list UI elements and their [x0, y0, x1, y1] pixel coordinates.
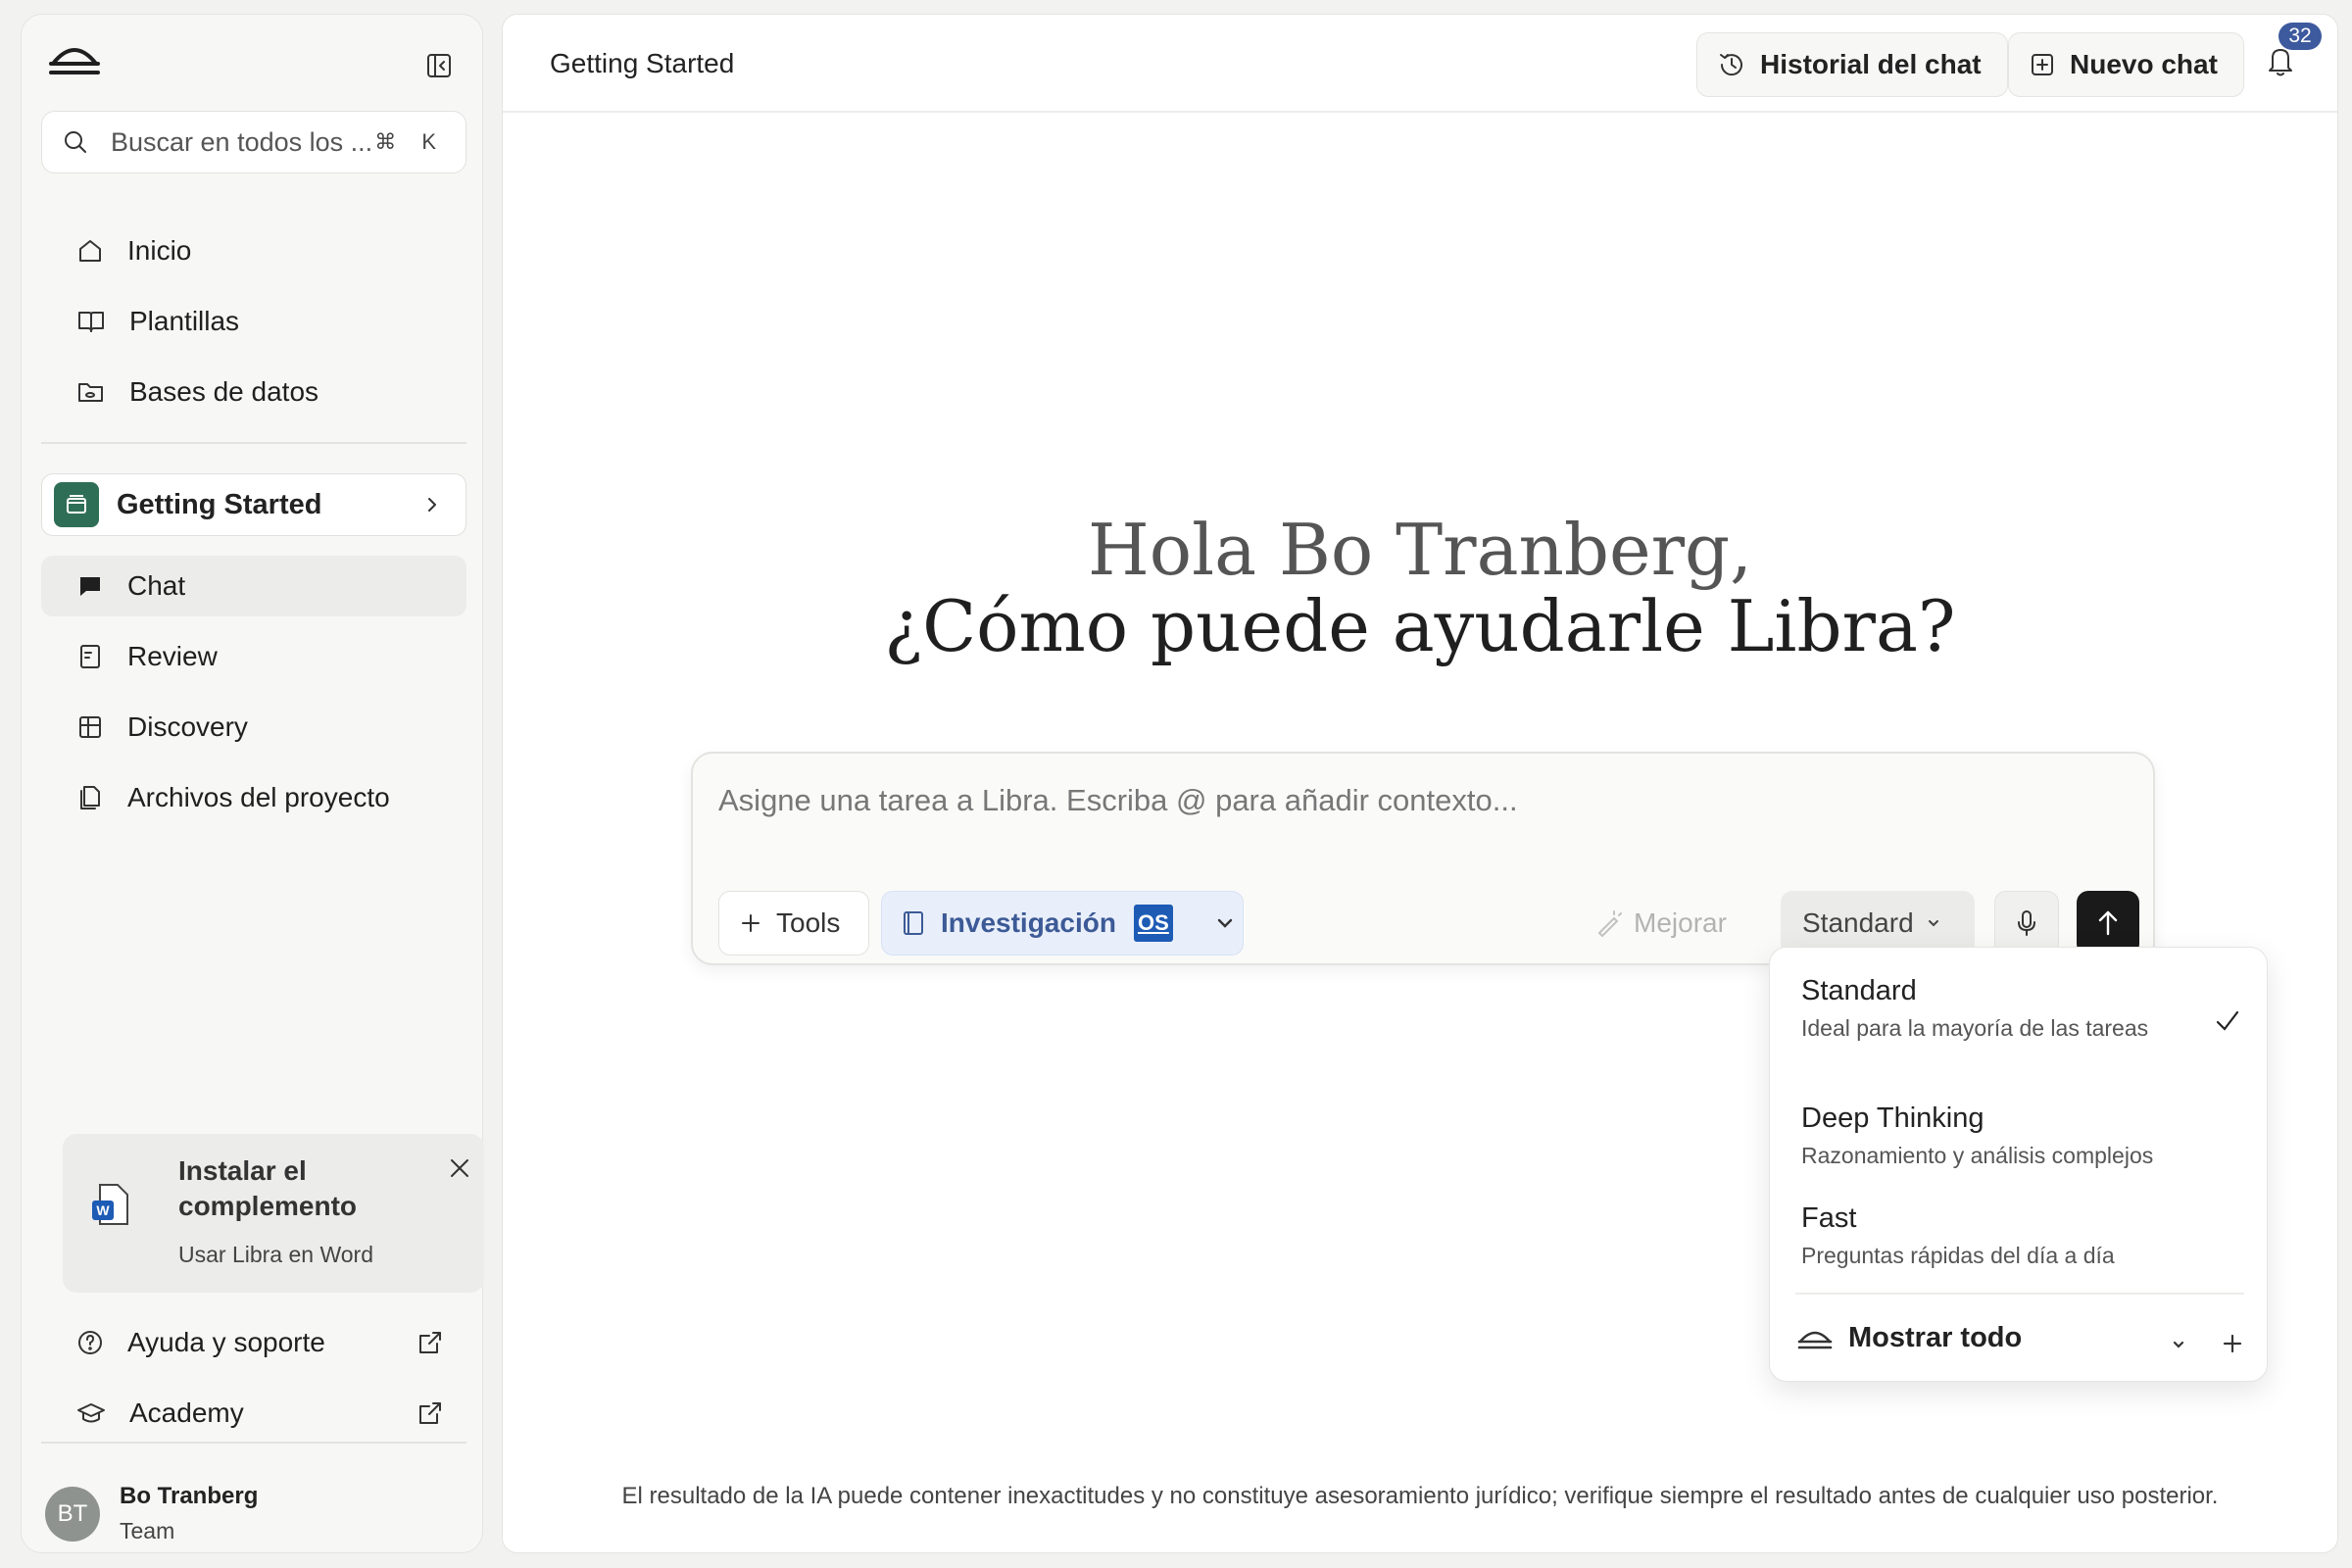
sidebar-item-label: Chat [127, 570, 186, 601]
install-card-title: Instalar el complemento [178, 1155, 358, 1221]
tools-button[interactable]: Tools [718, 891, 869, 956]
source-selector[interactable]: Investigación OS [881, 891, 1244, 956]
top-bar: Getting Started Historial del chat Nuevo… [503, 15, 2337, 113]
sidebar-item-label: Academy [129, 1397, 244, 1428]
show-all-label: Mostrar todo [1848, 1322, 2023, 1353]
chevron-right-icon [424, 495, 440, 514]
chat-history-button[interactable]: Historial del chat [1696, 32, 2008, 97]
review-icon [76, 643, 104, 670]
home-icon [76, 237, 104, 265]
book-icon [76, 308, 106, 335]
files-icon [76, 784, 104, 811]
notification-count-badge: 32 [2278, 23, 2322, 50]
chevron-down-icon[interactable] [1214, 912, 1236, 934]
close-icon[interactable] [445, 1153, 474, 1183]
tools-label: Tools [776, 907, 841, 938]
arrow-up-icon [2094, 908, 2122, 938]
external-link-icon [417, 1330, 443, 1355]
prompt-composer[interactable]: Asigne una tarea a Libra. Escriba @ para… [691, 752, 2155, 965]
search-shortcut: ⌘ K [374, 129, 446, 154]
database-folder-icon [76, 378, 106, 406]
sidebar-item-archivos[interactable]: Archivos del proyecto [41, 767, 466, 828]
search-input[interactable]: Buscar en todos los ... ⌘ K [41, 111, 466, 173]
mode-option-title: Deep Thinking [1801, 1102, 1984, 1134]
libra-logo-icon [1797, 1327, 1833, 1350]
chat-icon [76, 572, 104, 600]
sidebar-item-review[interactable]: Review [41, 626, 466, 687]
chevron-down-icon [1926, 915, 1941, 931]
sidebar-item-plantillas[interactable]: Plantillas [41, 291, 466, 352]
sidebar-item-label: Inicio [127, 235, 192, 266]
book-icon [902, 909, 925, 937]
sidebar-item-label: Review [127, 641, 218, 671]
avatar[interactable]: BT [45, 1487, 100, 1542]
chat-history-label: Historial del chat [1760, 49, 1982, 79]
sidebar-item-inicio[interactable]: Inicio [41, 220, 466, 281]
sidebar-divider [41, 442, 466, 444]
greeting-line-2: ¿Cómo puede ayudarle Libra? [884, 585, 1956, 667]
svg-text:W: W [96, 1202, 110, 1218]
os-badge: OS [1133, 905, 1173, 942]
improve-button[interactable]: Mejorar [1594, 891, 1751, 956]
sidebar-item-label: Plantillas [129, 306, 240, 336]
user-team: Team [120, 1518, 175, 1544]
improve-label: Mejorar [1634, 907, 1727, 938]
project-selector[interactable]: Getting Started [41, 473, 466, 536]
user-divider [41, 1442, 466, 1444]
new-chat-button[interactable]: Nuevo chat [2008, 32, 2244, 97]
sidebar-item-label: Archivos del proyecto [127, 782, 390, 812]
install-card-subtitle: Usar Libra en Word [178, 1242, 373, 1267]
install-addin-card: W Instalar el complemento Usar Libra en … [63, 1134, 484, 1293]
sidebar-item-bases-de-datos[interactable]: Bases de datos [41, 362, 466, 422]
sidebar-item-label: Bases de datos [129, 376, 319, 407]
menu-divider [1795, 1293, 2244, 1295]
sidebar-item-academy[interactable]: Academy [41, 1383, 466, 1444]
new-chat-label: Nuevo chat [2070, 49, 2218, 79]
sidebar: Buscar en todos los ... ⌘ K Inicio Plant… [21, 14, 484, 1553]
mode-option-title: Fast [1801, 1202, 1857, 1234]
checkmark-icon [2213, 1006, 2242, 1036]
mode-option-title: Standard [1801, 975, 1917, 1006]
magic-pen-icon [1594, 908, 1624, 938]
new-chat-icon [2029, 51, 2056, 78]
mode-dropdown-menu: Standard Ideal para la mayoría de las ta… [1769, 947, 2268, 1382]
mode-option-standard[interactable]: Standard Ideal para la mayoría de las ta… [1801, 975, 2223, 1043]
sidebar-item-discovery[interactable]: Discovery [41, 697, 466, 758]
greeting-line-1: Hola Bo Tranberg, [1088, 509, 1752, 591]
collapse-sidebar-icon[interactable] [419, 46, 459, 85]
sidebar-item-ayuda[interactable]: Ayuda y soporte [41, 1312, 466, 1373]
mode-option-deep-thinking[interactable]: Deep Thinking Razonamiento y análisis co… [1801, 1102, 2223, 1170]
search-icon [62, 128, 89, 156]
mode-option-desc: Razonamiento y análisis complejos [1801, 1143, 2154, 1168]
page-title: Getting Started [550, 48, 735, 78]
help-icon [76, 1329, 104, 1356]
prompt-input[interactable]: Asigne una tarea a Libra. Escriba @ para… [718, 783, 1518, 818]
sidebar-item-label: Discovery [127, 711, 248, 742]
ai-disclaimer: El resultado de la IA puede contener ine… [621, 1483, 2219, 1509]
external-link-icon [417, 1400, 443, 1426]
graduation-cap-icon [76, 1399, 106, 1427]
word-icon: W [90, 1183, 129, 1228]
chevron-down-icon[interactable] [2170, 1336, 2187, 1353]
search-placeholder: Buscar en todos los ... [111, 126, 373, 157]
libra-logo[interactable] [49, 42, 100, 75]
project-badge [54, 482, 99, 527]
microphone-icon [2014, 908, 2039, 938]
mode-option-desc: Ideal para la mayoría de las tareas [1801, 1015, 2149, 1041]
table-icon [76, 713, 104, 741]
show-all-models-button[interactable]: Mostrar todo [1797, 1322, 2022, 1354]
history-icon [1717, 50, 1746, 79]
user-name[interactable]: Bo Tranberg [120, 1483, 258, 1510]
sidebar-item-label: Ayuda y soporte [127, 1327, 325, 1357]
plus-icon[interactable] [2221, 1332, 2244, 1355]
source-label: Investigación [941, 907, 1116, 938]
mode-option-desc: Preguntas rápidas del día a día [1801, 1243, 2115, 1268]
mode-label: Standard [1802, 907, 1914, 938]
plus-icon [739, 911, 762, 935]
sidebar-item-chat[interactable]: Chat [41, 556, 466, 616]
mode-option-fast[interactable]: Fast Preguntas rápidas del día a día [1801, 1202, 2223, 1270]
project-name: Getting Started [117, 488, 322, 520]
